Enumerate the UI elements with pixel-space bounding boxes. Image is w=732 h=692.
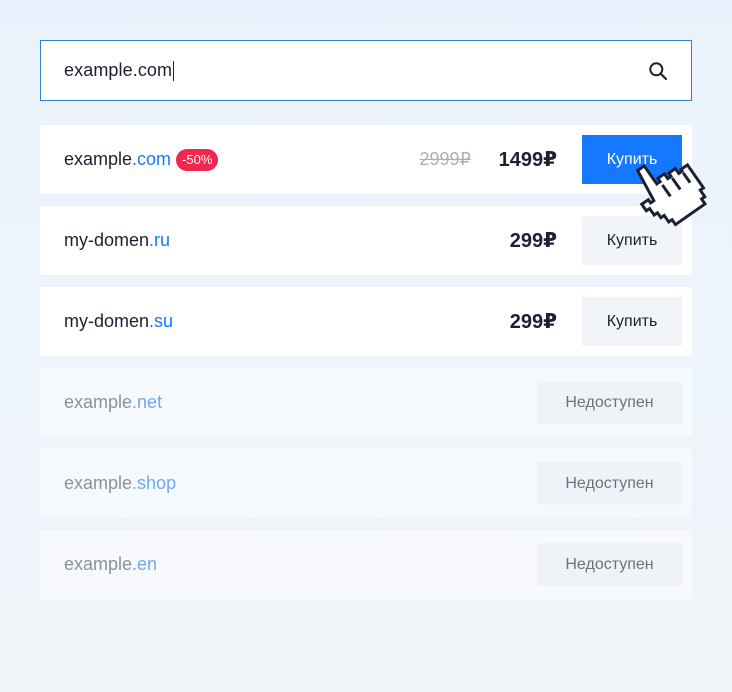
buy-button[interactable]: Купить	[582, 297, 682, 346]
discount-badge: -50%	[176, 148, 219, 171]
domain-row: example .en Недоступен	[40, 530, 692, 599]
domain-name: my-domen .su	[64, 311, 173, 332]
domain-tld: .su	[149, 311, 174, 331]
unavailable-button: Недоступен	[537, 381, 682, 424]
domain-name: example .shop	[64, 473, 176, 494]
price: 299₽	[509, 311, 557, 333]
domain-name: my-domen .ru	[64, 230, 170, 251]
old-price: 2999₽	[419, 149, 472, 169]
unavailable-button: Недоступен	[537, 462, 682, 505]
search-icon[interactable]	[647, 60, 669, 82]
domain-tld: .ru	[149, 230, 171, 250]
price: 299₽	[509, 230, 557, 252]
domain-base: example	[64, 149, 133, 169]
domain-name: example .net	[64, 392, 162, 413]
domain-row: example .shop Недоступен	[40, 449, 692, 518]
domain-base: my-domen	[64, 230, 150, 250]
unavailable-button: Недоступен	[537, 543, 682, 586]
domain-tld: .shop	[132, 473, 177, 493]
domain-base: example	[64, 554, 133, 574]
text-caret	[173, 60, 175, 81]
domain-base: example	[64, 473, 133, 493]
domain-name: example .en	[64, 554, 157, 575]
domain-row: my-domen .ru 299₽ Купить	[40, 206, 692, 275]
domain-tld: .net	[132, 392, 163, 412]
domain-base: my-domen	[64, 311, 150, 331]
domain-name: example .com -50%	[64, 148, 219, 171]
domain-search-input[interactable]: example.com	[40, 40, 692, 101]
domain-row: my-domen .su 299₽ Купить	[40, 287, 692, 356]
price: 1499₽	[498, 149, 557, 171]
domain-row: example .net Недоступен	[40, 368, 692, 437]
domain-row: example .com -50% 2999₽ 1499₽ Купить	[40, 125, 692, 194]
hand-pointer-icon	[635, 162, 708, 227]
domain-tld: .en	[132, 554, 158, 574]
domain-base: example	[64, 392, 133, 412]
search-value: example.com	[64, 60, 173, 80]
domain-tld: .com	[132, 149, 172, 169]
